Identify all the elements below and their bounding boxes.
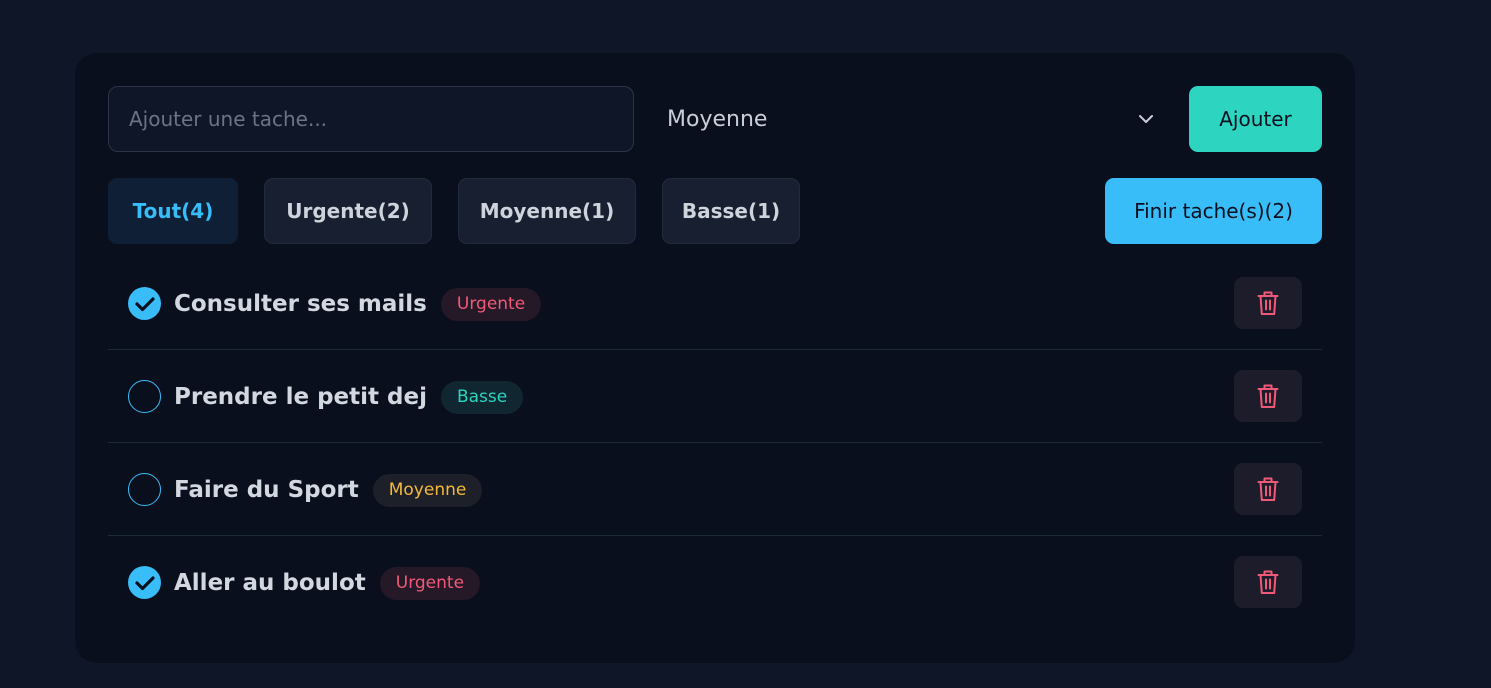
filter-bar: Tout(4) Urgente(2) Moyenne(1) Basse(1) F… (108, 178, 1322, 244)
task-row: Faire du Sport Moyenne (108, 443, 1322, 536)
priority-badge: Moyenne (372, 473, 483, 507)
delete-task-button[interactable] (1234, 370, 1302, 422)
check-icon (134, 575, 155, 590)
priority-select[interactable]: Moyenne (650, 86, 1174, 152)
trash-icon (1257, 477, 1279, 501)
todo-card: Moyenne Ajouter Tout(4) Urgente(2) Moyen… (75, 53, 1355, 663)
trash-icon (1257, 291, 1279, 315)
priority-badge: Urgente (440, 287, 542, 321)
task-checkbox[interactable] (128, 566, 161, 599)
filter-urgente-button[interactable]: Urgente(2) (264, 178, 432, 244)
delete-task-button[interactable] (1234, 463, 1302, 515)
task-title: Aller au boulot (174, 570, 366, 596)
check-icon (134, 296, 155, 311)
task-input[interactable] (108, 86, 634, 152)
task-title: Consulter ses mails (174, 291, 427, 317)
filter-all-button[interactable]: Tout(4) (108, 178, 238, 244)
task-title: Faire du Sport (174, 477, 359, 503)
task-row: Consulter ses mails Urgente (108, 257, 1322, 350)
task-row: Prendre le petit dej Basse (108, 350, 1322, 443)
trash-icon (1257, 384, 1279, 408)
task-list: Consulter ses mails Urgente Prendre le p… (108, 257, 1322, 629)
filter-basse-button[interactable]: Basse(1) (662, 178, 800, 244)
trash-icon (1257, 570, 1279, 594)
filter-moyenne-button[interactable]: Moyenne(1) (458, 178, 636, 244)
add-button[interactable]: Ajouter (1189, 86, 1322, 152)
priority-select-value: Moyenne (667, 106, 768, 132)
task-checkbox[interactable] (128, 473, 161, 506)
chevron-down-icon (1136, 109, 1156, 129)
task-checkbox[interactable] (128, 380, 161, 413)
delete-task-button[interactable] (1234, 277, 1302, 329)
task-title: Prendre le petit dej (174, 384, 427, 410)
task-row: Aller au boulot Urgente (108, 536, 1322, 629)
delete-task-button[interactable] (1234, 556, 1302, 608)
add-task-form: Moyenne Ajouter (108, 86, 1322, 152)
finish-tasks-button[interactable]: Finir tache(s)(2) (1105, 178, 1322, 244)
task-checkbox[interactable] (128, 287, 161, 320)
priority-badge: Urgente (379, 566, 481, 600)
priority-badge: Basse (440, 380, 524, 414)
